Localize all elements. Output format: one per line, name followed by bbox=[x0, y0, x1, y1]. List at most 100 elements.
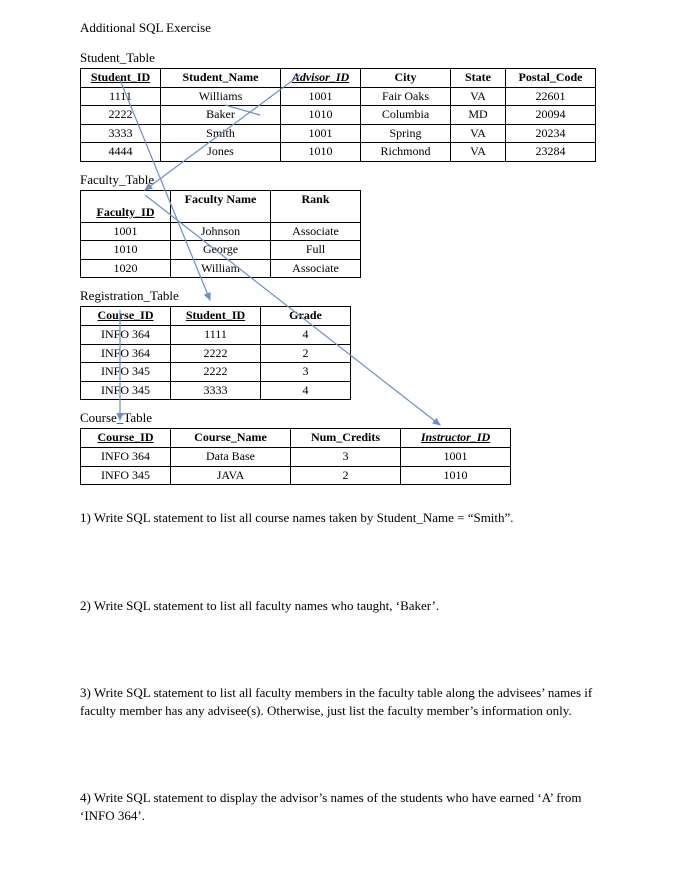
col-grade: Grade bbox=[261, 307, 351, 326]
question-4: 4) Write SQL statement to display the ad… bbox=[80, 789, 603, 824]
table-row: 1010GeorgeFull bbox=[81, 241, 361, 260]
table-header-row: Course_ID Course_Name Num_Credits Instru… bbox=[81, 429, 511, 448]
cell: 1010 bbox=[281, 143, 361, 162]
cell: 1001 bbox=[81, 222, 171, 241]
student-table-label: Student_Table bbox=[80, 50, 603, 66]
col-faculty-id: Faculty_ID bbox=[81, 190, 171, 222]
cell: 20094 bbox=[506, 106, 596, 125]
course-table: Course_ID Course_Name Num_Credits Instru… bbox=[80, 428, 511, 485]
cell: Associate bbox=[271, 222, 361, 241]
cell: VA bbox=[451, 143, 506, 162]
cell: 1010 bbox=[281, 106, 361, 125]
cell: 4 bbox=[261, 325, 351, 344]
cell: 3333 bbox=[171, 381, 261, 400]
student-table: Student_ID Student_Name Advisor_ID City … bbox=[80, 68, 596, 162]
col-course-id2: Course_ID bbox=[81, 429, 171, 448]
col-student-id: Student_ID bbox=[81, 69, 161, 88]
cell: 1111 bbox=[171, 325, 261, 344]
cell: Fair Oaks bbox=[361, 87, 451, 106]
table-header-row: Faculty_ID Faculty Name Rank bbox=[81, 190, 361, 222]
cell: INFO 364 bbox=[81, 447, 171, 466]
cell: Spring bbox=[361, 124, 451, 143]
question-1: 1) Write SQL statement to list all cours… bbox=[80, 509, 603, 527]
registration-table: Course_ID Student_ID Grade INFO 36411114… bbox=[80, 306, 351, 400]
cell: VA bbox=[451, 87, 506, 106]
table-row: 2222Baker1010ColumbiaMD20094 bbox=[81, 106, 596, 125]
table-header-row: Course_ID Student_ID Grade bbox=[81, 307, 351, 326]
col-city: City bbox=[361, 69, 451, 88]
cell: 2222 bbox=[171, 344, 261, 363]
cell: VA bbox=[451, 124, 506, 143]
table-row: 1001JohnsonAssociate bbox=[81, 222, 361, 241]
cell: 1010 bbox=[81, 241, 171, 260]
col-rank: Rank bbox=[271, 190, 361, 222]
cell: Richmond bbox=[361, 143, 451, 162]
cell: 2222 bbox=[81, 106, 161, 125]
table-row: 4444Jones1010RichmondVA23284 bbox=[81, 143, 596, 162]
question-3: 3) Write SQL statement to list all facul… bbox=[80, 684, 603, 719]
cell: William bbox=[171, 259, 271, 278]
cell: INFO 345 bbox=[81, 466, 171, 485]
cell: Full bbox=[271, 241, 361, 260]
cell: 1001 bbox=[281, 87, 361, 106]
cell: 2 bbox=[261, 344, 351, 363]
table-row: INFO 36422222 bbox=[81, 344, 351, 363]
cell: Smith bbox=[161, 124, 281, 143]
faculty-table-label: Faculty_Table bbox=[80, 172, 603, 188]
cell: Jones bbox=[161, 143, 281, 162]
table-row: INFO 34533334 bbox=[81, 381, 351, 400]
cell: 1001 bbox=[281, 124, 361, 143]
cell: Baker bbox=[161, 106, 281, 125]
table-row: INFO 364Data Base31001 bbox=[81, 447, 511, 466]
cell: 3 bbox=[261, 363, 351, 382]
cell: INFO 364 bbox=[81, 344, 171, 363]
cell: INFO 345 bbox=[81, 381, 171, 400]
cell: 1001 bbox=[401, 447, 511, 466]
page-title: Additional SQL Exercise bbox=[80, 20, 603, 36]
cell: Johnson bbox=[171, 222, 271, 241]
cell: MD bbox=[451, 106, 506, 125]
cell: 2222 bbox=[171, 363, 261, 382]
questions-section: 1) Write SQL statement to list all cours… bbox=[80, 509, 603, 824]
cell: Data Base bbox=[171, 447, 291, 466]
cell: JAVA bbox=[171, 466, 291, 485]
faculty-table: Faculty_ID Faculty Name Rank 1001Johnson… bbox=[80, 190, 361, 278]
cell: Williams bbox=[161, 87, 281, 106]
cell: George bbox=[171, 241, 271, 260]
course-table-label: Course_Table bbox=[80, 410, 603, 426]
table-row: INFO 34522223 bbox=[81, 363, 351, 382]
cell: 20234 bbox=[506, 124, 596, 143]
cell: 4 bbox=[261, 381, 351, 400]
question-2: 2) Write SQL statement to list all facul… bbox=[80, 597, 603, 615]
table-row: 3333Smith1001SpringVA20234 bbox=[81, 124, 596, 143]
col-reg-student-id: Student_ID bbox=[171, 307, 261, 326]
col-faculty-name: Faculty Name bbox=[171, 190, 271, 222]
cell: 2 bbox=[291, 466, 401, 485]
cell: 3333 bbox=[81, 124, 161, 143]
cell: 23284 bbox=[506, 143, 596, 162]
col-student-name: Student_Name bbox=[161, 69, 281, 88]
table-row: 1020WilliamAssociate bbox=[81, 259, 361, 278]
cell: 3 bbox=[291, 447, 401, 466]
registration-table-label: Registration_Table bbox=[80, 288, 603, 304]
cell: 4444 bbox=[81, 143, 161, 162]
col-state: State bbox=[451, 69, 506, 88]
col-advisor-id: Advisor_ID bbox=[281, 69, 361, 88]
cell: 22601 bbox=[506, 87, 596, 106]
col-num-credits: Num_Credits bbox=[291, 429, 401, 448]
cell: INFO 345 bbox=[81, 363, 171, 382]
table-row: INFO 36411114 bbox=[81, 325, 351, 344]
col-instructor-id: Instructor_ID bbox=[401, 429, 511, 448]
cell: 1111 bbox=[81, 87, 161, 106]
cell: 1020 bbox=[81, 259, 171, 278]
cell: Columbia bbox=[361, 106, 451, 125]
col-course-id: Course_ID bbox=[81, 307, 171, 326]
cell: INFO 364 bbox=[81, 325, 171, 344]
cell: Associate bbox=[271, 259, 361, 278]
col-postal: Postal_Code bbox=[506, 69, 596, 88]
col-course-name: Course_Name bbox=[171, 429, 291, 448]
table-row: INFO 345JAVA21010 bbox=[81, 466, 511, 485]
cell: 1010 bbox=[401, 466, 511, 485]
table-header-row: Student_ID Student_Name Advisor_ID City … bbox=[81, 69, 596, 88]
table-row: 1111Williams1001Fair OaksVA22601 bbox=[81, 87, 596, 106]
